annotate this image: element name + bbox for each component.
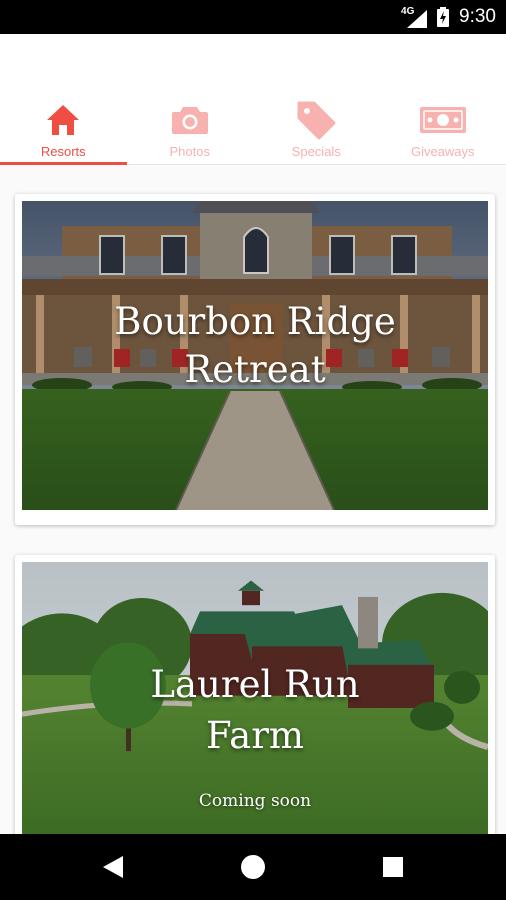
camera-icon — [171, 100, 209, 140]
resort-title-line1: Bourbon Ridge — [114, 300, 396, 343]
tab-label: Resorts — [40, 144, 86, 159]
navigation-bar — [0, 834, 506, 900]
resort-title-line1: Laurel Run — [150, 663, 360, 706]
tab-label: Photos — [169, 144, 210, 159]
clock: 9:30 — [459, 6, 496, 27]
signal-icon: 4G — [401, 6, 428, 28]
recents-icon[interactable] — [376, 852, 410, 882]
resort-card-laurel-run[interactable]: Laurel Run Farm Coming soon — [15, 555, 495, 834]
home-circle-icon[interactable] — [236, 852, 270, 882]
dollar-bill-icon — [419, 100, 467, 140]
home-icon — [46, 100, 80, 140]
tag-icon — [296, 100, 336, 140]
tab-photos[interactable]: Photos — [127, 96, 254, 164]
resort-status: Coming soon — [198, 791, 312, 811]
tab-specials[interactable]: Specials — [253, 96, 380, 164]
tab-bar: Resorts Photos Specials Giveaways — [0, 96, 506, 165]
resort-list: Bourbon Ridge Retreat Laurel Run Farm Co… — [0, 165, 506, 834]
status-bar: 4G 9:30 — [0, 0, 506, 34]
tab-giveaways[interactable]: Giveaways — [380, 96, 506, 164]
resort-title-line2: Farm — [206, 714, 304, 757]
back-icon[interactable] — [96, 852, 130, 882]
tab-resorts[interactable]: Resorts — [0, 96, 127, 165]
battery-charging-icon — [437, 7, 450, 27]
tab-label: Specials — [291, 144, 341, 159]
resort-card-bourbon-ridge[interactable]: Bourbon Ridge Retreat — [15, 194, 495, 525]
resort-title-line2: Retreat — [184, 348, 326, 391]
tab-label: Giveaways — [410, 144, 475, 159]
